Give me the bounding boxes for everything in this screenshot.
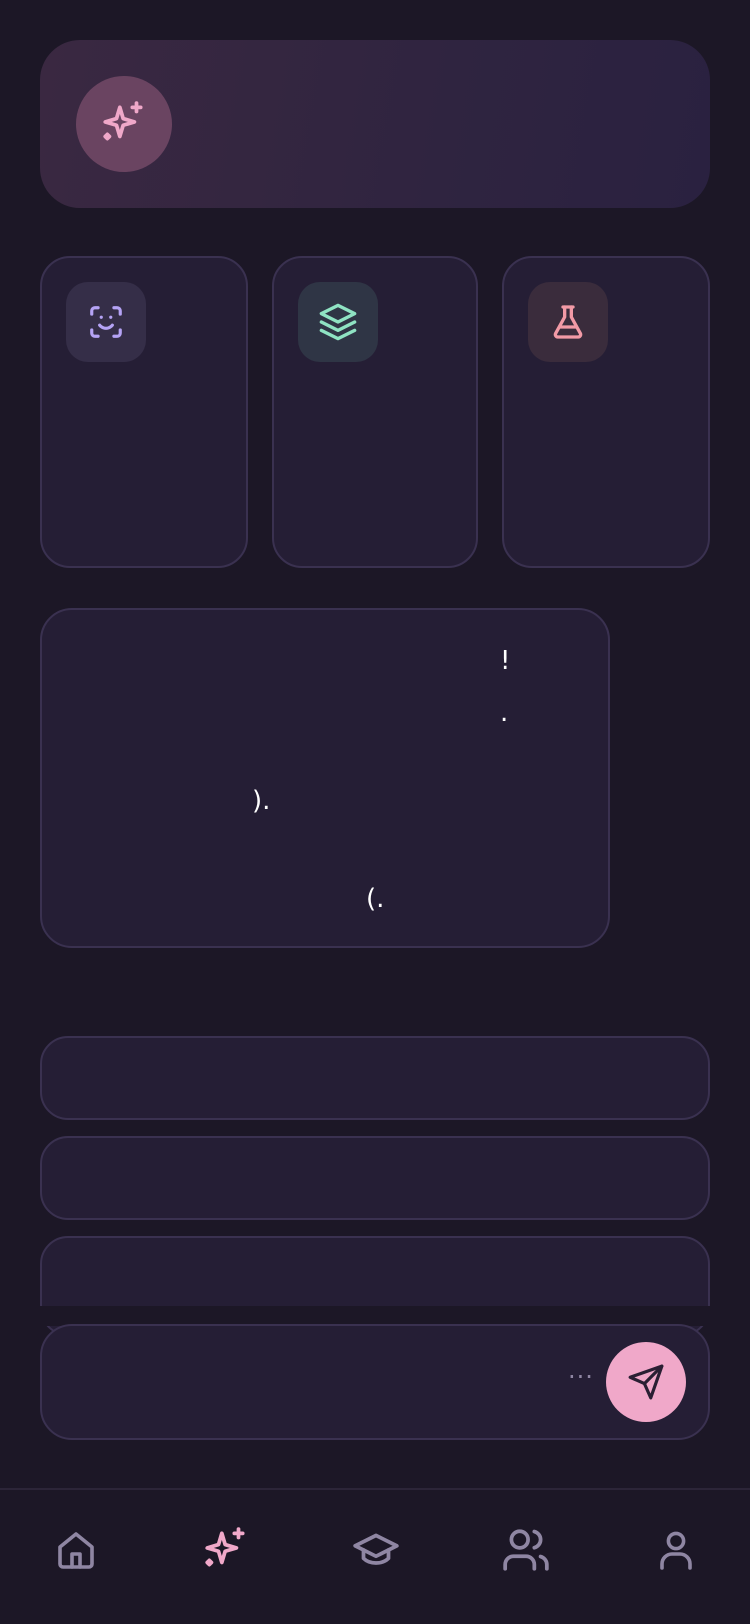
sparkles-icon <box>205 1527 245 1567</box>
tab-learn[interactable] <box>346 1520 406 1580</box>
flask-icon <box>553 305 583 339</box>
card-icon-tile <box>298 282 378 362</box>
tab-profile[interactable] <box>646 1520 706 1580</box>
tab-community[interactable] <box>496 1520 556 1580</box>
typing-indicator: ... <box>568 1356 594 1384</box>
face-scan-icon <box>90 306 122 338</box>
home-icon <box>58 1532 94 1569</box>
message-text: (. <box>366 884 385 914</box>
sparkles-icon <box>103 101 143 141</box>
card-icon-tile <box>528 282 608 362</box>
hero-avatar <box>76 76 172 172</box>
hero-banner[interactable] <box>40 40 710 208</box>
bottom-tab-bar <box>0 1488 750 1624</box>
message-composer[interactable]: ... <box>40 1324 710 1440</box>
suggestion-chip[interactable] <box>40 1136 710 1220</box>
message-text: ). <box>252 786 271 816</box>
tab-ai[interactable] <box>196 1520 256 1580</box>
feature-card-flask[interactable] <box>502 256 710 568</box>
suggestion-chip[interactable] <box>40 1036 710 1120</box>
list-fade-mask <box>0 1306 750 1326</box>
tab-home[interactable] <box>46 1520 106 1580</box>
message-text: . <box>500 698 509 728</box>
layers-icon <box>319 303 357 341</box>
send-button[interactable] <box>606 1342 686 1422</box>
message-text: ! <box>500 646 511 676</box>
graduation-cap-icon <box>353 1533 399 1565</box>
send-icon <box>628 1364 664 1400</box>
feature-card-face-scan[interactable] <box>40 256 248 568</box>
card-icon-tile <box>66 282 146 362</box>
user-icon <box>660 1531 692 1570</box>
assistant-message-bubble: ! . ). (. <box>40 608 610 948</box>
users-icon <box>503 1529 549 1571</box>
feature-card-layers[interactable] <box>272 256 478 568</box>
